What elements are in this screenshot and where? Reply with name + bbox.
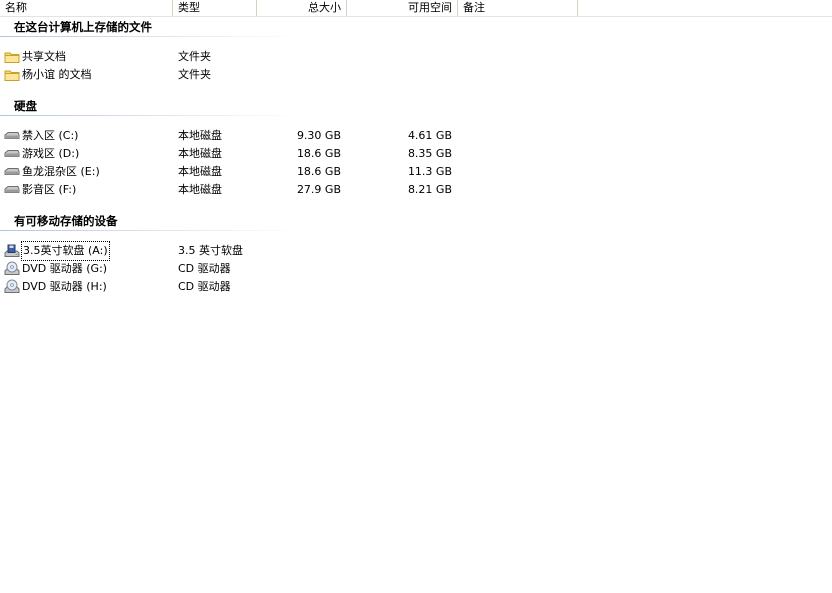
dvd-drive-icon [4,261,20,277]
list-item-user-documents[interactable]: 杨小谊 的文档 文件夹 [0,66,832,84]
item-total-size: 27.9 GB [296,183,341,196]
item-name: DVD 驱动器 (G:) [22,262,108,275]
item-type: 本地磁盘 [178,183,222,196]
item-type: 文件夹 [178,68,211,81]
item-name: 游戏区 (D:) [22,147,80,160]
group-heading-removable-devices: 有可移动存储的设备 [14,214,118,228]
item-name: DVD 驱动器 (H:) [22,280,107,293]
column-header-name[interactable]: 名称 [0,0,173,16]
item-name: 杨小谊 的文档 [22,68,92,81]
item-type: CD 驱动器 [178,280,231,293]
column-header-type[interactable]: 类型 [173,0,257,16]
floppy-drive-icon [4,243,20,259]
item-total-size: 18.6 GB [296,165,341,178]
item-total-size: 18.6 GB [296,147,341,160]
list-item-drive-d[interactable]: 游戏区 (D:) 本地磁盘 18.6 GB 8.35 GB [0,145,832,163]
list-item-dvd-h[interactable]: DVD 驱动器 (H:) CD 驱动器 [0,278,832,296]
item-name: 共享文档 [22,50,66,63]
hard-drive-icon [4,182,20,198]
list-item-dvd-g[interactable]: DVD 驱动器 (G:) CD 驱动器 [0,260,832,278]
hard-drive-icon [4,164,20,180]
item-name: 禁入区 (C:) [22,129,79,142]
list-item-shared-documents[interactable]: 共享文档 文件夹 [0,48,832,66]
item-free-space: 4.61 GB [407,129,452,142]
item-type: 3.5 英寸软盘 [178,244,243,257]
dvd-drive-icon [4,279,20,295]
item-type: 本地磁盘 [178,165,222,178]
column-header-comments[interactable]: 备注 [458,0,578,16]
item-name: 鱼龙混杂区 (E:) [22,165,100,178]
group-heading-stored-files: 在这台计算机上存储的文件 [14,20,152,34]
hard-drive-icon [4,128,20,144]
list-item-floppy-a[interactable]: 3.5英寸软盘 (A:) 3.5 英寸软盘 [0,241,832,261]
column-header-free-space[interactable]: 可用空间 [347,0,458,16]
group-divider [0,36,300,37]
folder-icon [4,67,20,83]
item-name: 3.5英寸软盘 (A:) [21,241,110,261]
folder-icon [4,49,20,65]
item-free-space: 8.35 GB [407,147,452,160]
list-item-drive-f[interactable]: 影音区 (F:) 本地磁盘 27.9 GB 8.21 GB [0,181,832,199]
group-divider [0,230,300,231]
item-type: 文件夹 [178,50,211,63]
list-item-drive-c[interactable]: 禁入区 (C:) 本地磁盘 9.30 GB 4.61 GB [0,127,832,145]
list-item-drive-e[interactable]: 鱼龙混杂区 (E:) 本地磁盘 18.6 GB 11.3 GB [0,163,832,181]
column-header-total-size[interactable]: 总大小 [257,0,347,16]
item-type: CD 驱动器 [178,262,231,275]
item-name: 影音区 (F:) [22,183,77,196]
item-free-space: 8.21 GB [407,183,452,196]
item-total-size: 9.30 GB [296,129,341,142]
group-divider [0,115,300,116]
hard-drive-icon [4,146,20,162]
item-type: 本地磁盘 [178,147,222,160]
item-type: 本地磁盘 [178,129,222,142]
group-heading-hard-disks: 硬盘 [14,99,37,113]
column-header: 名称 类型 总大小 可用空间 备注 [0,0,832,17]
item-free-space: 11.3 GB [407,165,452,178]
